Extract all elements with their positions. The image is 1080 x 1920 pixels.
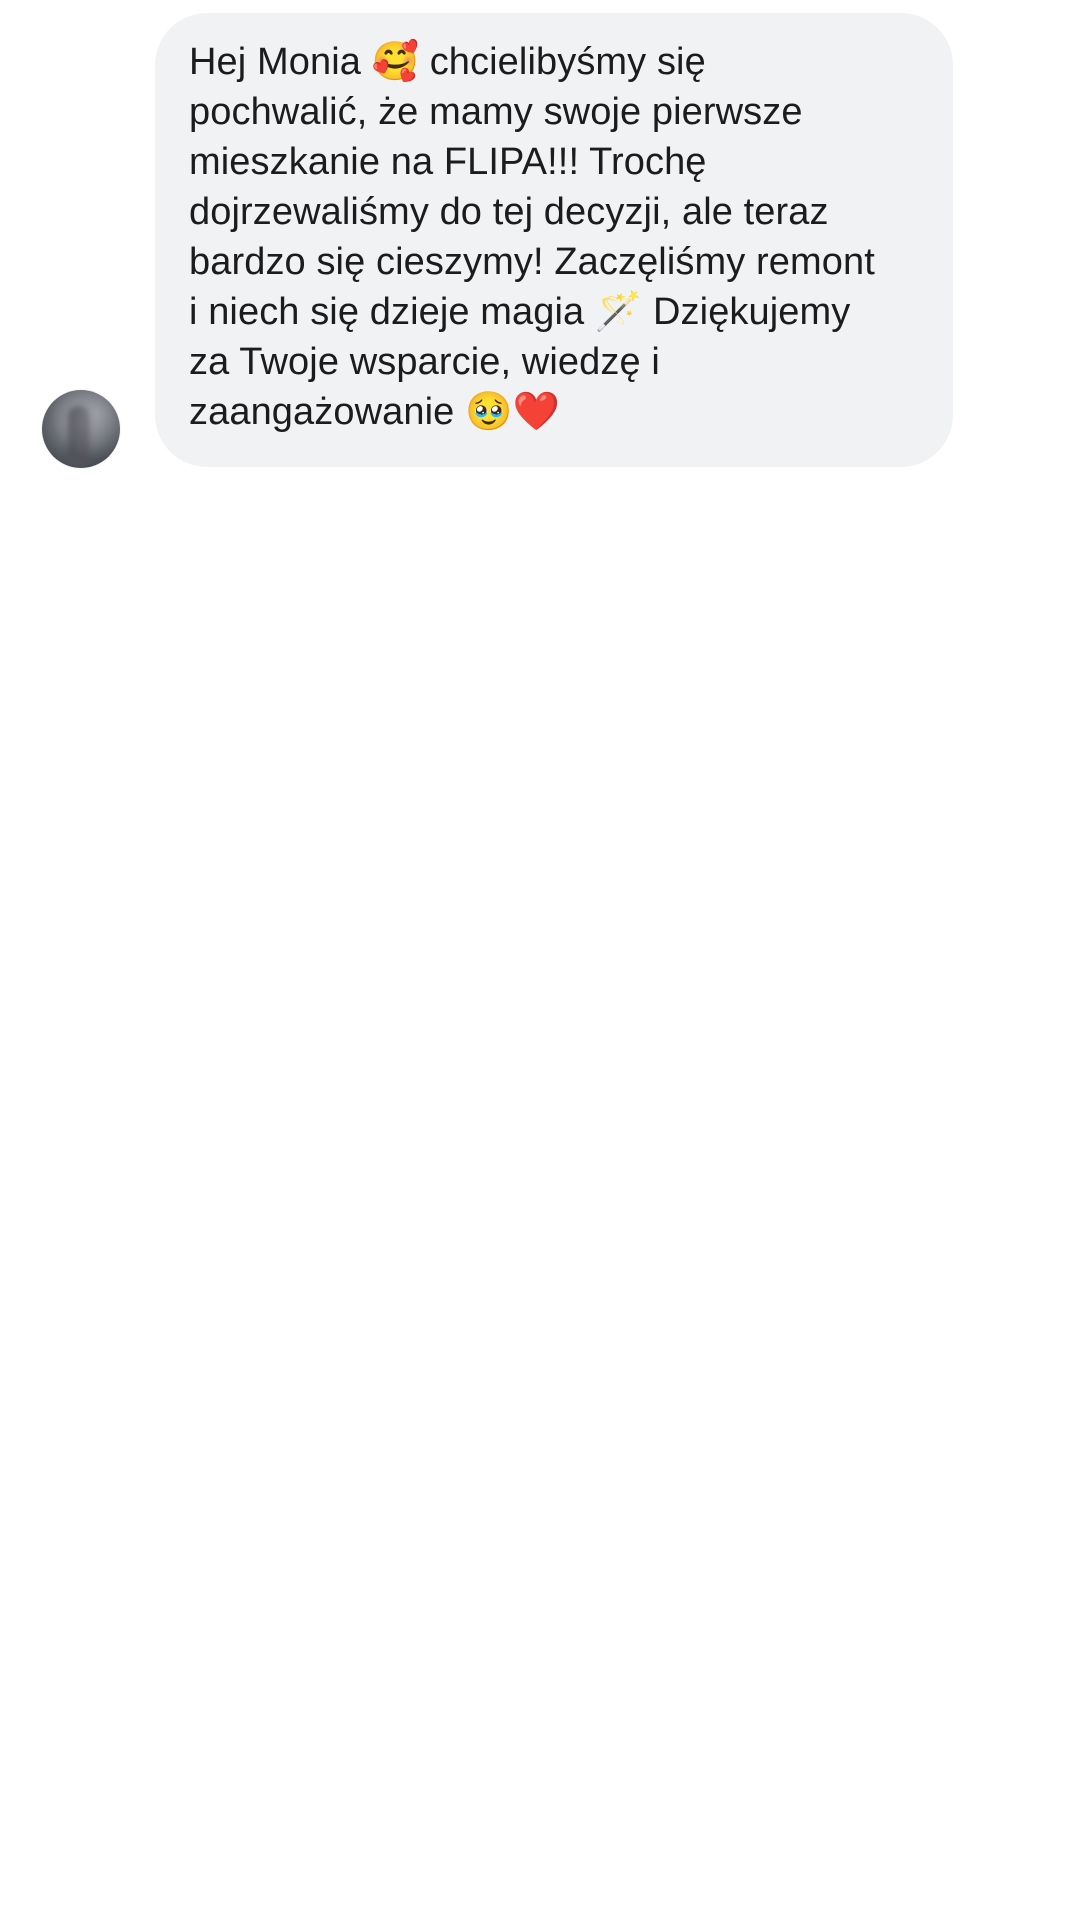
message-text: Hej Monia 🥰 chcielibyśmy się pochwalić, … — [189, 41, 875, 433]
sender-avatar[interactable] — [42, 390, 120, 468]
message-bubble[interactable]: Hej Monia 🥰 chcielibyśmy się pochwalić, … — [155, 13, 953, 467]
received-message-row: Hej Monia 🥰 chcielibyśmy się pochwalić, … — [0, 0, 1080, 480]
